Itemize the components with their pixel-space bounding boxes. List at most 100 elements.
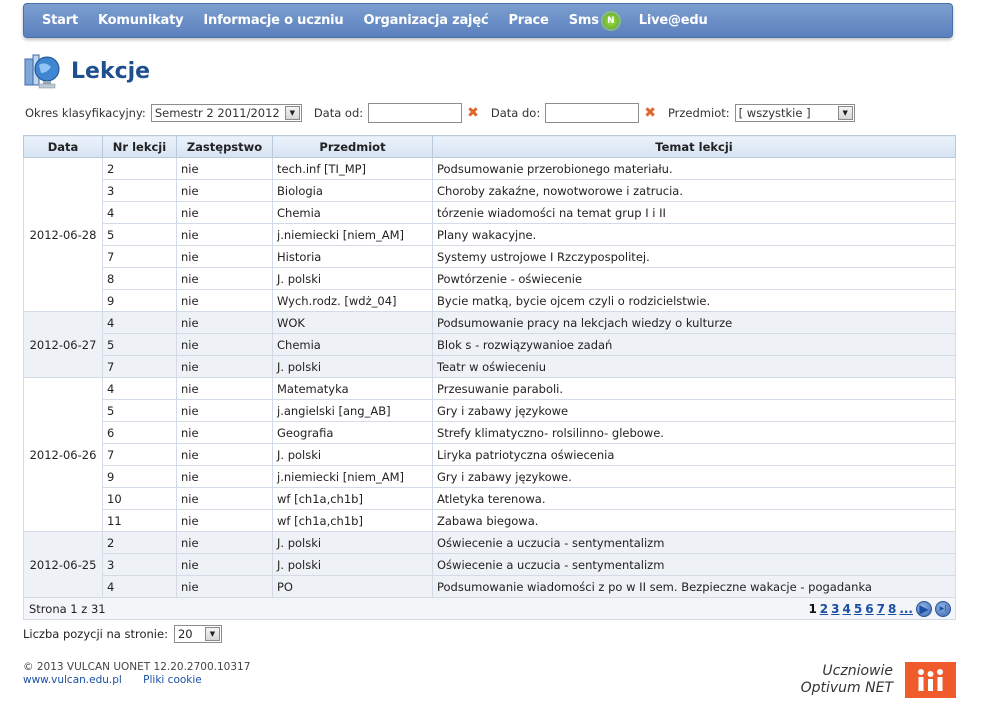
table-row: 7 nie J. polski Liryka patriotyczna oświece…: [24, 443, 956, 466]
next-page-icon[interactable]: ▶: [916, 600, 932, 617]
cell-substitution: nie: [176, 311, 273, 334]
last-page-icon[interactable]: ▶|: [935, 600, 951, 617]
nav-sms[interactable]: Sms N: [569, 12, 619, 29]
col-header-topic[interactable]: Temat lekcji: [432, 135, 956, 158]
cell-lesson-no: 11: [102, 509, 177, 532]
col-header-substitution[interactable]: Zastępstwo: [176, 135, 273, 158]
table-row: 7 nie J. polski Teatr w oświeceniu: [24, 355, 956, 378]
cell-substitution: nie: [176, 245, 273, 268]
brand: Uczniowie Optivum NET: [801, 662, 956, 698]
cell-lesson-no: 9: [102, 465, 177, 488]
cell-substitution: nie: [176, 531, 273, 554]
cell-lesson-no: 4: [102, 311, 177, 334]
cell-lesson-no: 2: [102, 157, 177, 180]
lessons-table: Data Nr lekcji Zastępstwo Przedmiot Tema…: [23, 135, 956, 620]
per-page-label: Liczba pozycji na stronie:: [23, 627, 168, 641]
date-to-input[interactable]: [545, 103, 640, 123]
nav-live-edu[interactable]: Live@edu: [639, 13, 708, 28]
cell-subject: WOK: [272, 311, 433, 334]
cell-subject: J. polski: [272, 531, 433, 554]
cell-topic: Powtórzenie - oświecenie: [432, 267, 956, 290]
page-link[interactable]: 4: [843, 602, 851, 616]
cell-subject: Biologia: [272, 179, 433, 202]
top-navigation: Start Komunikaty Informacje o uczniu Org…: [23, 3, 953, 38]
cell-subject: tech.inf [TI_MP]: [272, 157, 433, 180]
col-header-subject[interactable]: Przedmiot: [272, 135, 433, 158]
nav-start[interactable]: Start: [42, 13, 78, 28]
clear-date-from-icon[interactable]: ✖: [467, 105, 479, 121]
page-link[interactable]: 5: [854, 602, 862, 616]
cell-substitution: nie: [176, 179, 273, 202]
table-row: 3 nie J. polski Oświecenie a uczucia - sent…: [24, 553, 956, 576]
brand-line-2: Optivum NET: [800, 680, 893, 696]
nav-prace[interactable]: Prace: [508, 13, 548, 28]
nav-organizacja-zajec[interactable]: Organizacja zajęć: [363, 13, 488, 28]
globe-icon: [23, 51, 65, 91]
cell-substitution: nie: [176, 223, 273, 246]
subject-select-value: [ wszystkie ]: [738, 106, 811, 120]
page-link[interactable]: 3: [831, 602, 839, 616]
cookies-link[interactable]: Pliki cookie: [143, 674, 202, 686]
brand-name: Uczniowie Optivum NET: [801, 663, 893, 697]
cell-topic: Strefy klimatyczno- rolsilinno- glebowe.: [432, 421, 956, 444]
col-header-date[interactable]: Data: [23, 135, 103, 158]
new-badge-icon: N: [602, 12, 619, 29]
copyright-text: © 2013 VULCAN UONET 12.20.2700.10317: [23, 661, 251, 673]
chevron-down-icon: ▼: [837, 106, 853, 120]
table-row: 11 nie wf [ch1a,ch1b] Zabawa biegowa.: [24, 509, 956, 532]
cell-substitution: nie: [176, 509, 273, 532]
cell-topic: tórzenie wiadomości na temat grup I i II: [432, 201, 956, 224]
filter-bar: Okres klasyfikacyjny: Semestr 2 2011/201…: [25, 103, 965, 123]
cell-topic: Teatr w oświeceniu: [432, 355, 956, 378]
nav-komunikaty[interactable]: Komunikaty: [98, 13, 184, 28]
nav-informacje-o-uczniu[interactable]: Informacje o uczniu: [203, 13, 343, 28]
subject-label: Przedmiot:: [667, 106, 730, 120]
cell-substitution: nie: [176, 465, 273, 488]
table-row: 2012-06-25 2 nie J. polski Oświecenie a uczu…: [23, 531, 956, 598]
page-link[interactable]: 7: [877, 602, 885, 616]
date-from-label: Data od:: [313, 106, 364, 120]
page-link[interactable]: 1: [808, 602, 816, 616]
cell-substitution: nie: [176, 157, 273, 180]
cell-date: 2012-06-28: [23, 157, 103, 312]
cell-topic: Systemy ustrojowe I Rzczypospolitej.: [432, 245, 956, 268]
clear-date-to-icon[interactable]: ✖: [644, 105, 656, 121]
footer: © 2013 VULCAN UONET 12.20.2700.10317 www…: [23, 661, 250, 687]
cell-lesson-no: 7: [102, 355, 177, 378]
cell-subject: Chemia: [272, 201, 433, 224]
cell-lesson-no: 7: [102, 443, 177, 466]
cell-topic: Podsumowanie pracy na lekcjach wiedzy o …: [432, 311, 956, 334]
cell-lesson-no: 9: [102, 289, 177, 312]
cell-subject: Matematyka: [272, 377, 433, 400]
cell-lesson-no: 7: [102, 245, 177, 268]
uonet-logo-icon: [905, 662, 956, 698]
cell-date: 2012-06-26: [23, 377, 103, 532]
cell-lesson-no: 4: [102, 377, 177, 400]
date-from-input[interactable]: [368, 103, 463, 123]
cell-substitution: nie: [176, 399, 273, 422]
table-row: 9 nie Wych.rodz. [wdż_04] Bycie matką, byci…: [24, 289, 956, 312]
page-link[interactable]: ...: [899, 602, 913, 616]
table-row: 2012-06-28 2 nie tech.inf [TI_MP] Podsumowan…: [23, 157, 956, 312]
subject-select[interactable]: [ wszystkie ] ▼: [734, 104, 855, 122]
period-select[interactable]: Semestr 2 2011/2012 ▼: [150, 104, 302, 122]
per-page-select[interactable]: 20 ▼: [173, 625, 222, 643]
cell-topic: Atletyka terenowa.: [432, 487, 956, 510]
page-link[interactable]: 2: [820, 602, 828, 616]
cell-substitution: nie: [176, 355, 273, 378]
pager: Strona 1 z 31 1 2 3 4 5 6 7 8... ▶ ▶|: [28, 600, 951, 617]
page-link[interactable]: 6: [865, 602, 873, 616]
page-link[interactable]: 8: [888, 602, 896, 616]
vulcan-site-link[interactable]: www.vulcan.edu.pl: [23, 674, 122, 686]
cell-topic: Podsumowanie przerobionego materiału.: [432, 157, 956, 180]
per-page-control: Liczba pozycji na stronie: 20 ▼: [23, 625, 222, 643]
cell-date: 2012-06-25: [23, 531, 103, 598]
cell-lesson-no: 4: [102, 201, 177, 224]
cell-lesson-no: 5: [102, 399, 177, 422]
table-row: 4 nie Chemia tórzenie wiadomości na temat g…: [24, 201, 956, 224]
cell-topic: Oświecenie a uczucia - sentymentalizm: [432, 531, 956, 554]
cell-topic: Gry i zabawy językowe.: [432, 465, 956, 488]
cell-subject: Historia: [272, 245, 433, 268]
col-header-lesson-no[interactable]: Nr lekcji: [102, 135, 177, 158]
cell-substitution: nie: [176, 289, 273, 312]
